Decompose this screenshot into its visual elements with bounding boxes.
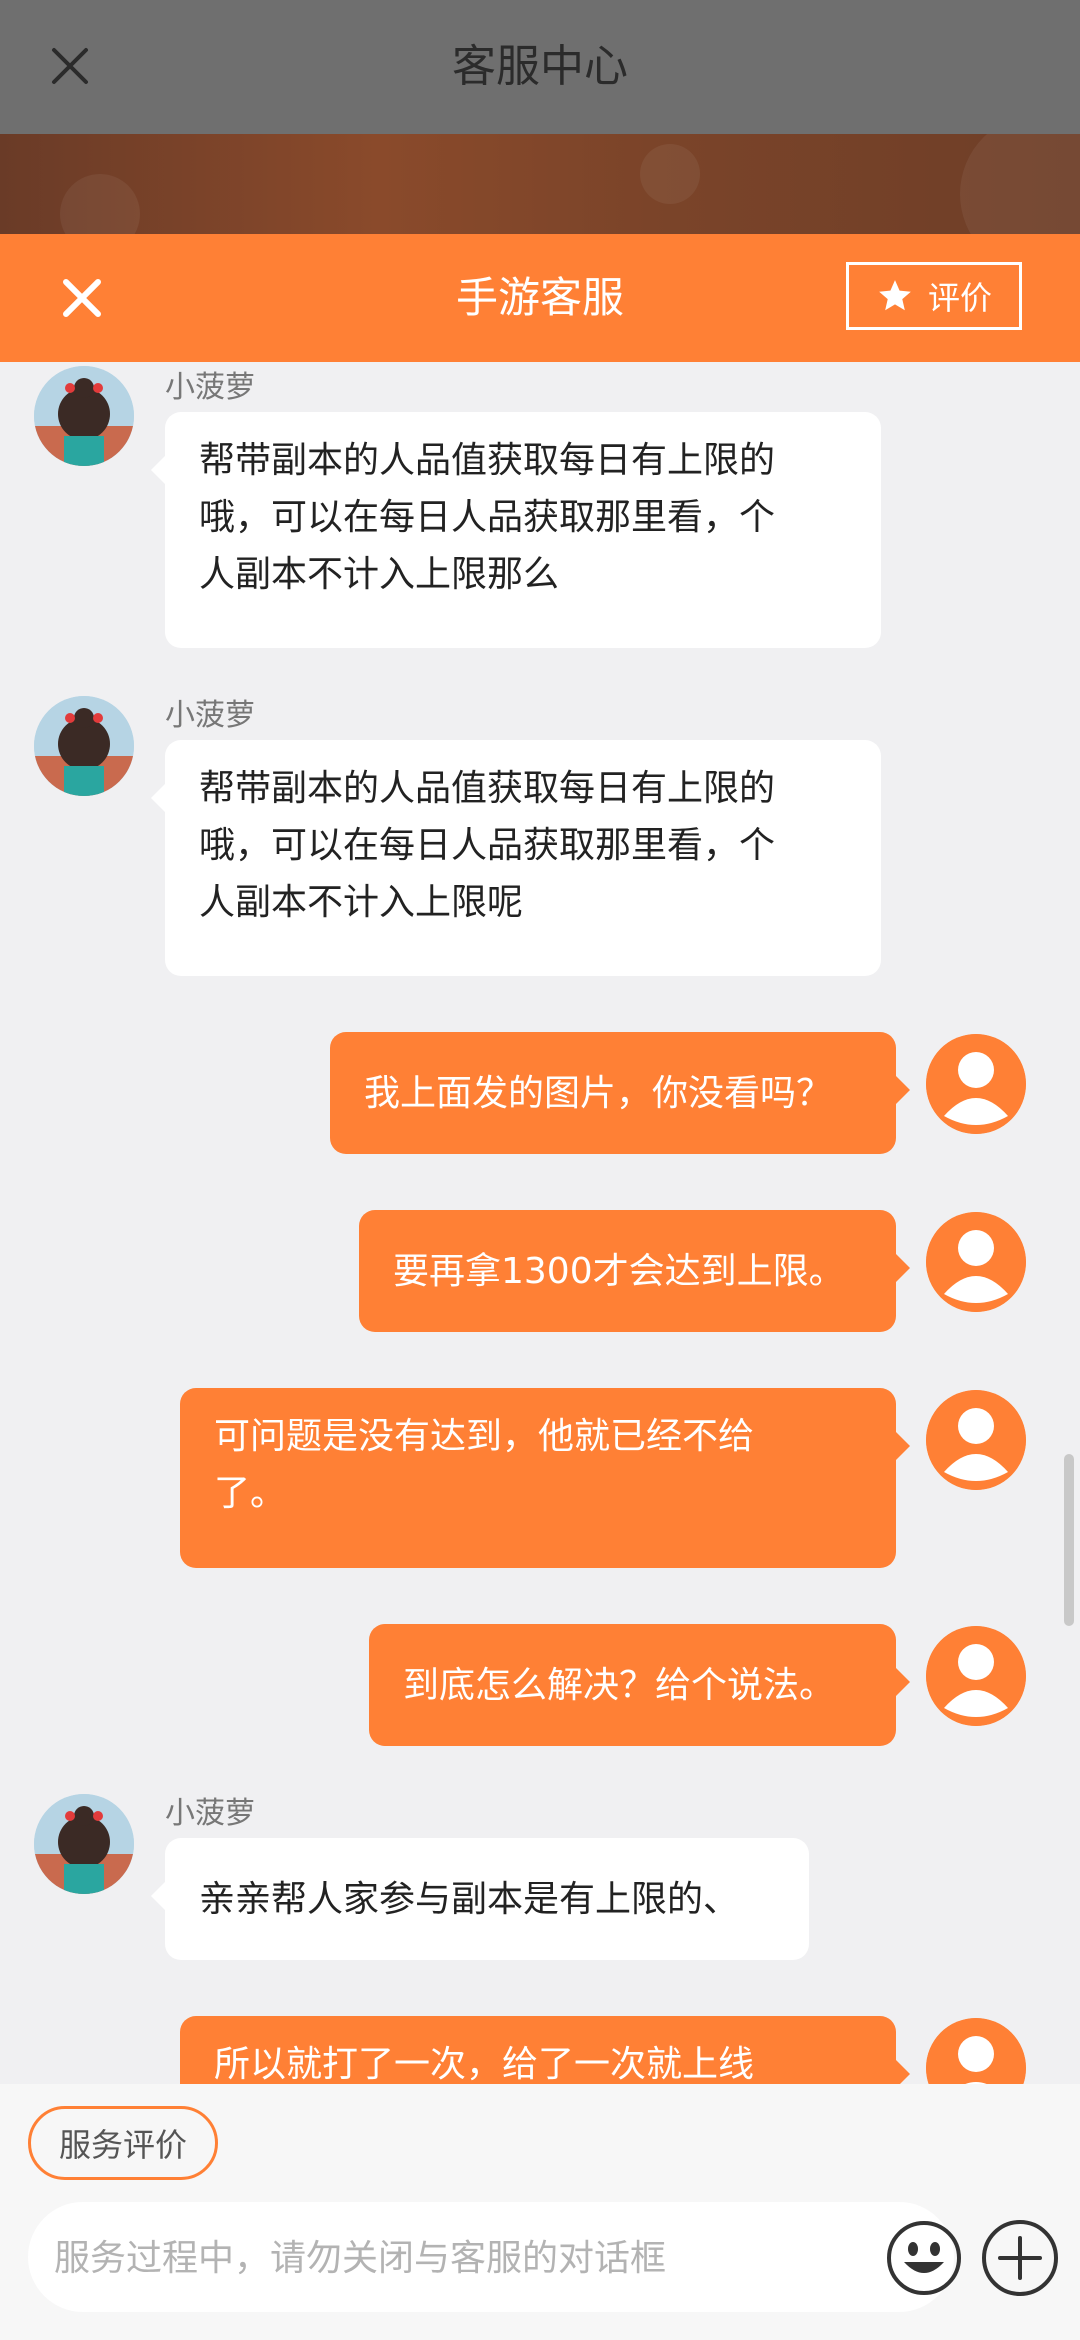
agent-message-bubble[interactable]: 帮带副本的人品值获取每日有上限的 哦，可以在每日人品获取那里看，个 人副本不计入… (151, 412, 881, 648)
message-input-container (28, 2202, 961, 2314)
agent-message-bubble[interactable]: 亲亲帮人家参与副本是有上限的、 (151, 1838, 809, 1960)
chat-scrollbar[interactable] (1064, 1454, 1074, 1626)
user-message-bubble[interactable]: 所以就打了一次，给了一次就上线 (180, 2016, 910, 2084)
message-line: 帮带副本的人品值获取每日有上限的 (199, 768, 776, 809)
message-line: 所以就打了一次，给了一次就上线 (214, 2044, 755, 2084)
background-header: 客服中心 (0, 0, 1080, 134)
message-line: 人副本不计入上限呢 (199, 882, 524, 923)
user-avatar (926, 1390, 1026, 1490)
sender-name: 小菠萝 (165, 1796, 255, 1831)
agent-avatar (34, 366, 134, 466)
user-avatar (926, 1626, 1026, 1726)
rate-button[interactable]: 评价 (846, 262, 1022, 330)
rate-button-label: 评价 (927, 279, 992, 317)
message-line: 了。 (214, 1473, 287, 1514)
plus-icon[interactable] (980, 2218, 1060, 2298)
service-rating-button[interactable]: 服务评价 (28, 2106, 218, 2180)
user-message-bubble[interactable]: 要再拿1300才会达到上限。 (359, 1210, 910, 1332)
modal-header: 手游客服 评价 (0, 234, 1080, 362)
background-page-title: 客服中心 (452, 41, 628, 92)
star-icon (879, 280, 911, 311)
message-line: 亲亲帮人家参与副本是有上限的、 (199, 1878, 740, 1920)
message-line: 我上面发的图片，你没看吗？ (364, 1072, 833, 1114)
message-line: 可问题是没有达到，他就已经不给 (214, 1416, 755, 1457)
message-line: 到底怎么解决？给个说法。 (403, 1664, 836, 1706)
message-line: 要再拿1300才会达到上限。 (393, 1250, 845, 1292)
chat-area[interactable]: 小菠萝 帮带副本的人品值获取每日有上限的 哦，可以在每日人品获取那里看，个 人副… (0, 362, 1080, 2084)
message-input[interactable] (52, 2202, 876, 2314)
sender-name: 小菠萝 (165, 698, 255, 733)
background-banner (0, 134, 1080, 234)
message-line: 帮带副本的人品值获取每日有上限的 (199, 440, 776, 481)
agent-message-bubble[interactable]: 帮带副本的人品值获取每日有上限的 哦，可以在每日人品获取那里看，个 人副本不计入… (151, 740, 881, 976)
message-line: 人副本不计入上限那么 (199, 554, 560, 595)
bottom-bar: 服务评价 (0, 2084, 1080, 2340)
user-message-bubble[interactable]: 我上面发的图片，你没看吗？ (330, 1032, 910, 1154)
message-line: 哦，可以在每日人品获取那里看，个 (199, 497, 776, 538)
agent-avatar (34, 696, 134, 796)
user-avatar (926, 2018, 1026, 2084)
user-message-bubble[interactable]: 可问题是没有达到，他就已经不给 了。 (180, 1388, 910, 1568)
message-line: 哦，可以在每日人品获取那里看，个 (199, 825, 776, 866)
emoji-icon[interactable] (884, 2218, 964, 2298)
agent-avatar (34, 1794, 134, 1894)
user-avatar (926, 1034, 1026, 1134)
sender-name: 小菠萝 (165, 370, 255, 405)
user-avatar (926, 1212, 1026, 1312)
user-message-bubble[interactable]: 到底怎么解决？给个说法。 (369, 1624, 910, 1746)
